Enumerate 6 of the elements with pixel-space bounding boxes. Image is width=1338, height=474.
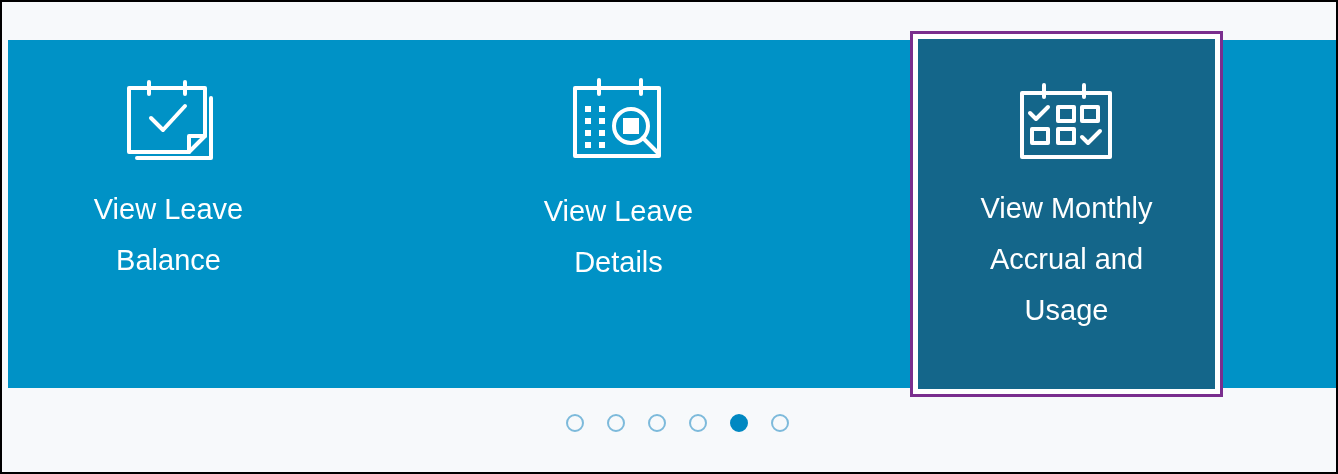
tile-label: View Leave Balance <box>92 192 245 278</box>
menu-tile[interactable]: View Monthly Accrual and Usage <box>913 34 1220 394</box>
tile-label: View Monthly Accrual and Usage <box>979 191 1154 328</box>
menu-tile[interactable]: View Leave Balance <box>17 40 320 388</box>
tile-label: View Leave Details <box>542 194 695 280</box>
menu-tile[interactable]: View Leave Details <box>467 40 770 388</box>
